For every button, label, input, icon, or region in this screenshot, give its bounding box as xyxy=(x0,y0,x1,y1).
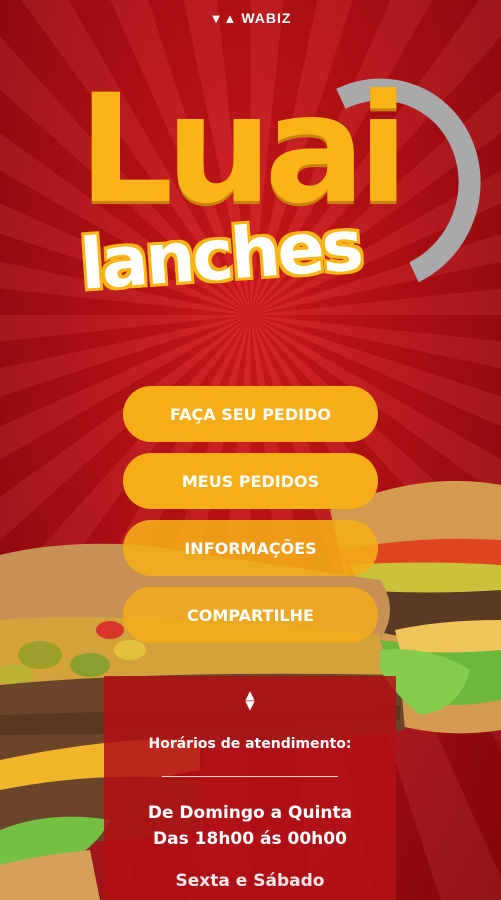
share-button[interactable]: COMPARTILHE xyxy=(123,587,378,643)
wabiz-logo-icon: ▼▲ xyxy=(209,11,238,26)
hours-time: Das 18h00 ás 00h00 xyxy=(153,829,347,849)
luai-lanches-logo: Luai lanches xyxy=(60,49,501,340)
hours-days: De Domingo a Quinta xyxy=(147,803,353,823)
wabiz-brand: ▼▲ WABIZ xyxy=(0,10,501,26)
main-menu: FAÇA SEU PEDIDO MEUS PEDIDOS INFORMAÇÕES… xyxy=(123,386,378,654)
order-button[interactable]: FAÇA SEU PEDIDO xyxy=(123,386,378,442)
hours-panel[interactable]: ▲ ▼ Horários de atendimento: De Domingo a… xyxy=(104,676,396,900)
expand-arrows-icon[interactable]: ▲ ▼ xyxy=(104,689,396,711)
divider xyxy=(162,776,338,777)
hours-next-days: Sexta e Sábado xyxy=(175,871,325,891)
my-orders-button[interactable]: MEUS PEDIDOS xyxy=(123,453,378,509)
hours-title: Horários de atendimento: xyxy=(148,736,352,752)
brand-name: WABIZ xyxy=(241,10,292,26)
info-button[interactable]: INFORMAÇÕES xyxy=(123,520,378,576)
logo-word-bottom: lanches xyxy=(77,204,364,306)
logo-word-top: Luai xyxy=(78,63,409,237)
